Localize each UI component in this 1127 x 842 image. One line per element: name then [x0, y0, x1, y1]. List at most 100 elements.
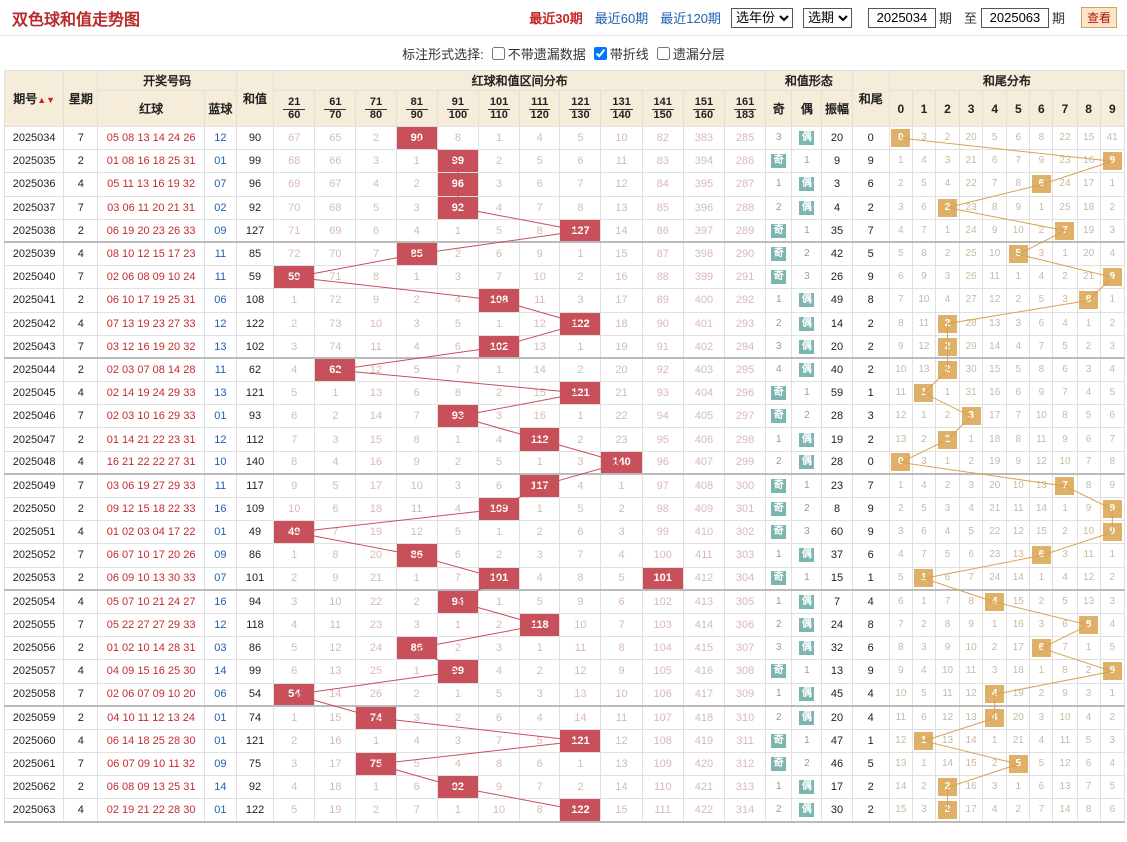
dist-miss-cell: 85: [641, 195, 684, 220]
table-row: 2025050 2 09 12 15 18 22 33 16 109 10 6 18 11 4 10…: [3, 496, 1126, 522]
table-row: 2025058 7 02 06 07 09 10 20 06 54 54 14 26 2 1 5 3 1…: [3, 682, 1126, 708]
recent-60-link[interactable]: 最近60期: [595, 8, 648, 27]
to-period-input[interactable]: [980, 7, 1049, 28]
red-balls-cell: 01 02 10 14 28 31: [97, 636, 205, 661]
dist-miss-cell: 8: [519, 218, 561, 244]
sum-cell: 94: [235, 589, 275, 614]
dist-miss-cell: 292: [723, 288, 767, 313]
tail-miss-cell: 14: [1006, 566, 1031, 592]
dist-miss-cell: 4: [273, 357, 316, 383]
odd-cell: 奇: [765, 728, 793, 754]
line-checkbox[interactable]: [593, 46, 607, 60]
option-layer[interactable]: 遗漏分层: [656, 44, 725, 63]
dist-miss-cell: 413: [682, 589, 725, 614]
trend-table: 期号▲▼ 星期 开奖号码 和值 红球和值区间分布 和值形态 和尾 和尾分布 红球…: [3, 70, 1126, 824]
tail-miss-cell: 1: [1006, 775, 1031, 800]
dist-miss-cell: 8: [314, 543, 357, 568]
tail-hit-cell: 2: [934, 311, 961, 336]
dist-miss-cell: 23: [600, 427, 643, 452]
even-cell: 偶: [791, 612, 823, 638]
odd-cell: 奇: [765, 404, 793, 429]
period-cell: 2025042: [3, 311, 65, 336]
tail-miss-cell: 7: [982, 172, 1008, 197]
dist-hit-cell: 121: [559, 381, 602, 406]
dist-miss-cell: 2: [477, 612, 521, 638]
dist-miss-cell: 297: [723, 404, 767, 429]
dist-miss-cell: 107: [641, 705, 684, 730]
period-header[interactable]: 期号▲▼: [3, 70, 65, 127]
tail-miss-cell: 7: [1006, 149, 1031, 174]
tail-miss-cell: 9: [1076, 496, 1101, 522]
option-no-miss[interactable]: 不带遗漏数据: [491, 44, 586, 63]
dist-miss-cell: 68: [314, 195, 357, 220]
tail-miss-cell: 9: [1052, 427, 1078, 452]
tail-hit-cell: 2: [934, 798, 961, 824]
tail-miss-cell: 11: [982, 265, 1008, 290]
week-cell: 4: [63, 728, 99, 754]
red-balls-cell: 09 12 15 18 22 33: [97, 496, 205, 522]
dist-miss-cell: 6: [477, 705, 521, 730]
dist-miss-cell: 6: [519, 752, 561, 777]
recent-30-link[interactable]: 最近30期: [529, 8, 582, 27]
tail-miss-cell: 6: [888, 265, 913, 290]
tail-miss-cell: 4: [959, 496, 984, 522]
recent-120-link[interactable]: 最近120期: [660, 8, 721, 27]
dist-miss-cell: 18: [600, 311, 643, 336]
sum-cell: 99: [235, 659, 275, 684]
tail-miss-cell: 3: [1006, 311, 1031, 336]
tail-miss-cell: 12: [959, 682, 984, 708]
from-period-input[interactable]: [867, 7, 936, 28]
dist-miss-cell: 7: [519, 195, 561, 220]
dist-miss-cell: 394: [682, 149, 725, 174]
view-button[interactable]: 查看: [1080, 7, 1117, 28]
tail-miss-cell: 3: [1029, 241, 1054, 267]
dist-miss-cell: 403: [682, 357, 725, 383]
dist-hit-cell: 54: [273, 682, 316, 708]
dist-miss-cell: 3: [436, 473, 479, 499]
dist-miss-cell: 91: [641, 334, 684, 360]
year-select[interactable]: 选年份: [730, 7, 793, 28]
dist-miss-cell: 9: [355, 288, 397, 313]
dist-miss-cell: 9: [314, 566, 357, 592]
tail-miss-cell: 6: [1076, 752, 1101, 777]
digit-header-9: 9: [1099, 90, 1126, 127]
period-cell: 2025063: [3, 798, 65, 824]
even-cell: 1: [791, 218, 823, 244]
amp-cell: 46: [821, 752, 853, 777]
amp-cell: 32: [821, 636, 853, 661]
dist-miss-cell: 9: [273, 473, 316, 499]
dist-miss-cell: 307: [723, 636, 767, 661]
trend-table-wrap: 期号▲▼ 星期 开奖号码 和值 红球和值区间分布 和值形态 和尾 和尾分布 红球…: [0, 70, 1127, 824]
tail-miss-cell: 13: [1029, 473, 1054, 499]
layer-checkbox[interactable]: [656, 46, 670, 60]
no-miss-checkbox[interactable]: [491, 46, 505, 60]
amp-cell: 3: [821, 172, 853, 197]
dist-hit-cell: 85: [395, 241, 438, 267]
tail-miss-cell: 20: [1006, 705, 1031, 730]
tail-miss-cell: 2: [911, 612, 936, 638]
dist-miss-cell: 15: [600, 798, 643, 824]
option-line[interactable]: 带折线: [593, 44, 649, 63]
odd-cell: 奇: [765, 149, 793, 174]
dist-miss-cell: 3: [519, 682, 561, 708]
tail-miss-cell: 15: [1029, 520, 1054, 545]
dist-miss-cell: 398: [682, 241, 725, 267]
dist-miss-cell: 89: [641, 288, 684, 313]
tail-miss-cell: 6: [934, 566, 961, 592]
table-row: 2025061 7 06 07 09 10 11 32 09 75 3 17 75 5 4 8 6 1 1…: [3, 752, 1126, 777]
even-cell: 偶: [791, 682, 823, 708]
dist-hit-cell: 127: [559, 218, 602, 244]
red-balls-cell: 05 11 13 16 19 32: [97, 172, 205, 197]
period-select[interactable]: 选期: [802, 7, 852, 28]
tail-miss-cell: 12: [982, 288, 1008, 313]
tail-miss-cell: 6: [911, 195, 936, 220]
dist-miss-cell: 7: [477, 728, 521, 754]
week-cell: 7: [63, 473, 99, 499]
tail-miss-cell: 9: [1006, 195, 1031, 220]
tail-miss-cell: 4: [1052, 311, 1078, 336]
red-balls-cell: 04 09 15 16 25 30: [97, 659, 205, 684]
odd-header: 奇: [765, 90, 793, 127]
blue-ball-cell: 01: [203, 728, 237, 754]
dist-miss-cell: 7: [395, 798, 438, 824]
tail-miss-cell: 3: [982, 775, 1008, 800]
